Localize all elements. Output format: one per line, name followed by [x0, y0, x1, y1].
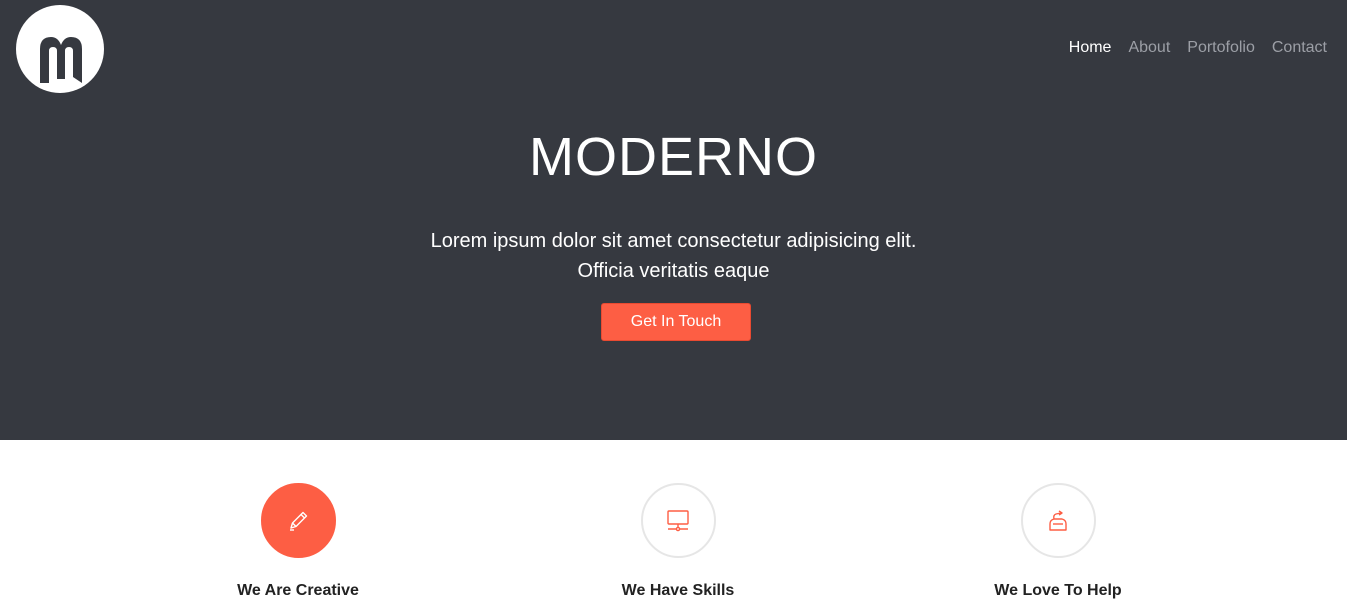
feature-title: We Love To Help [994, 582, 1122, 599]
feature-card-creative: We Are Creative [148, 483, 448, 601]
feature-title: We Have Skills [621, 582, 735, 599]
nav-item-contact[interactable]: Contact [1272, 38, 1327, 58]
nav-item-portofolio[interactable]: Portofolio [1187, 38, 1255, 58]
feature-icon-circle[interactable] [1020, 483, 1096, 558]
hero-section: Home About Portofolio Contact MODERNO Lo… [0, 0, 1347, 440]
hero-description-line-2: Officia veritatis eaque [577, 260, 770, 282]
nav-item-about[interactable]: About [1128, 38, 1170, 58]
nav-item-home[interactable]: Home [1069, 38, 1112, 58]
feature-icon-circle[interactable] [640, 483, 716, 558]
monitor-icon [667, 509, 689, 531]
hero-description: Lorem ipsum dolor sit amet consectetur a… [0, 226, 1347, 286]
feature-card-skills: We Have Skills [528, 483, 828, 601]
main-nav: Home About Portofolio Contact [1069, 38, 1327, 58]
help-icon [1049, 509, 1067, 531]
moderno-logo-icon [40, 37, 82, 83]
feature-icon-circle[interactable] [260, 483, 336, 558]
pencil-icon [290, 511, 308, 531]
features-section: We Are Creative We Have Skills We Love T… [0, 440, 1347, 599]
feature-card-help: We Love To Help [908, 483, 1208, 601]
hero-description-line-1: Lorem ipsum dolor sit amet consectetur a… [430, 230, 917, 252]
feature-title: We Are Creative [237, 582, 359, 599]
hero-title: MODERNO [529, 127, 818, 187]
logo[interactable] [16, 5, 104, 93]
get-in-touch-button[interactable]: Get In Touch [601, 303, 751, 341]
